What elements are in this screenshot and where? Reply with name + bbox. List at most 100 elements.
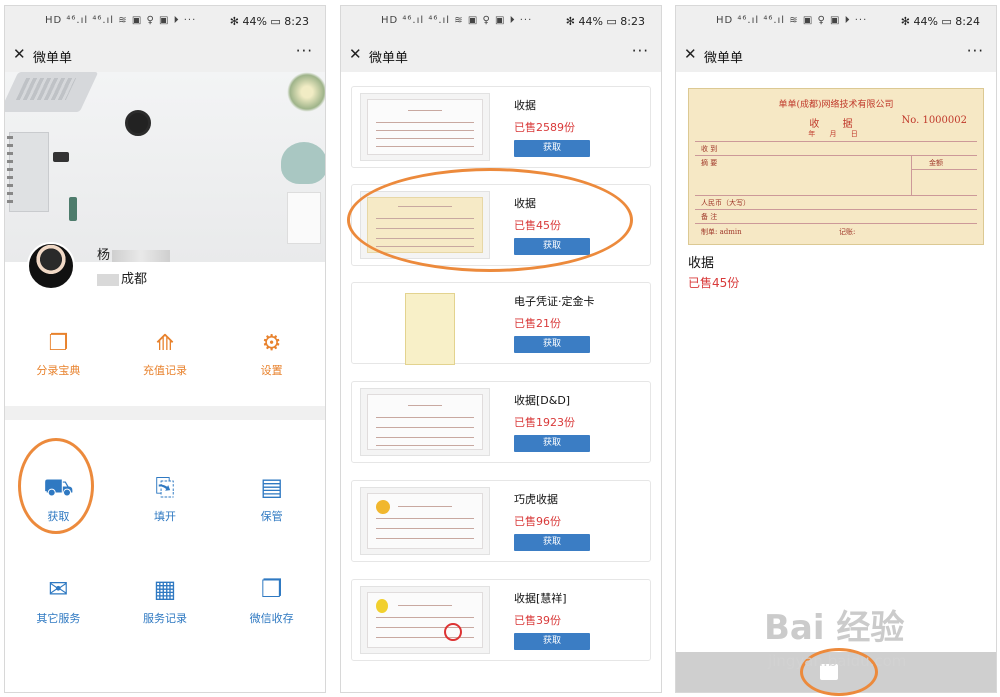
title-bar: ✕ 微单单 ··· xyxy=(341,38,661,72)
receipt-preview xyxy=(367,99,483,155)
service-row-2: ✉ 其它服务 ▦ 服务记录 ❐ 微信收存 xyxy=(5,574,325,626)
menu-item-fenlu[interactable]: ❐ 分录宝典 xyxy=(5,332,112,378)
status-bar: HD ⁴⁶.ıl ⁴⁶.ıl ≋ ▣ ♀ ▣ ⏵ ··· ✻ 44% ▭ 8:2… xyxy=(341,6,661,38)
product-sold-count: 已售2589份 xyxy=(514,121,575,134)
gear-icon: ⚙ xyxy=(261,331,282,356)
pen-illustration xyxy=(69,197,77,221)
copy-icon: ❐ xyxy=(260,575,283,603)
status-battery-time: ✻ 44% ▭ 8:24 xyxy=(900,15,980,28)
menu-item-get[interactable]: ⛟ 获取 xyxy=(5,472,112,524)
receipt-rmb: 人民币（大写） xyxy=(701,199,750,207)
product-sold-count: 已售1923份 xyxy=(514,416,575,429)
file-export-icon: ⎘ xyxy=(155,473,175,501)
notebook-rings xyxy=(7,136,13,206)
receipt-preview xyxy=(367,493,483,549)
phone-screen-product-list: HD ⁴⁶.ıl ⁴⁶.ıl ≋ ▣ ♀ ▣ ⏵ ··· ✻ 44% ▭ 8:2… xyxy=(340,5,662,693)
menu-label: 填开 xyxy=(154,510,176,523)
title-bar: ✕ 微单单 ··· xyxy=(5,38,325,72)
menu-label: 获取 xyxy=(47,510,70,523)
get-button[interactable]: 获取 xyxy=(514,534,590,551)
menu-item-keep[interactable]: ▤ 保管 xyxy=(218,472,325,524)
product-card[interactable]: 巧虎收据 已售96份 获取 xyxy=(351,480,651,562)
status-icons: HD ⁴⁶.ıl ⁴⁶.ıl ≋ ▣ ♀ ▣ ⏵ ··· xyxy=(381,15,533,26)
menu-label: 充值记录 xyxy=(143,364,187,377)
menu-item-records[interactable]: ▦ 服务记录 xyxy=(112,574,219,626)
menu-item-other[interactable]: ✉ 其它服务 xyxy=(5,574,112,626)
product-sold-count: 已售21份 xyxy=(514,317,561,330)
user-name: 杨 xyxy=(97,244,171,263)
product-title: 电子凭证·定金卡 xyxy=(514,295,595,308)
get-button[interactable]: 获取 xyxy=(514,238,590,255)
more-icon[interactable]: ··· xyxy=(967,42,984,60)
mail-open-icon: ✉ xyxy=(48,575,69,603)
phone-screen-product-detail: HD ⁴⁶.ıl ⁴⁶.ıl ≋ ▣ ♀ ▣ ⏵ ··· ✻ 44% ▭ 8:2… xyxy=(675,5,997,693)
hero-banner-image xyxy=(5,72,325,262)
product-title: 巧虎收据 xyxy=(514,493,558,506)
cart-icon: ⛟ xyxy=(43,473,74,501)
product-card[interactable]: 收据[慧祥] 已售39份 获取 xyxy=(351,579,651,661)
close-icon[interactable]: ✕ xyxy=(349,45,362,63)
product-thumbnail xyxy=(360,93,490,161)
watermark-brand: Bai 经验 xyxy=(764,608,905,648)
menu-label: 保管 xyxy=(260,510,283,523)
receipt-summary: 摘 要 xyxy=(701,159,718,167)
status-battery-time: ✻ 44% ▭ 8:23 xyxy=(229,15,309,28)
get-button[interactable]: 获取 xyxy=(514,336,590,353)
product-title: 收据[D&D] xyxy=(514,394,571,407)
status-icons: HD ⁴⁶.ıl ⁴⁶.ıl ≋ ▣ ♀ ▣ ⏵ ··· xyxy=(45,15,197,26)
more-icon[interactable]: ··· xyxy=(296,42,313,60)
title-bar: ✕ 微单单 ··· xyxy=(676,38,996,72)
product-title: 收据[慧祥] xyxy=(514,592,567,605)
coffee-cup-illustration xyxy=(125,110,151,136)
product-thumbnail xyxy=(360,487,490,555)
name-blur xyxy=(112,249,171,262)
receipt-preview-large: 单单(成都)网络技术有限公司 收 据 No. 1000002 年 月 日 收 到… xyxy=(688,88,984,245)
menu-label: 微信收存 xyxy=(249,612,294,625)
product-title: 收据 xyxy=(688,256,715,271)
white-box-illustration xyxy=(287,192,321,244)
close-icon[interactable]: ✕ xyxy=(13,45,26,63)
location-blur xyxy=(97,273,119,286)
product-card[interactable]: 收据 已售2589份 获取 xyxy=(351,86,651,168)
product-thumbnail xyxy=(360,289,490,365)
product-thumbnail xyxy=(360,586,490,654)
get-button[interactable]: 获取 xyxy=(514,140,590,157)
receipt-preview xyxy=(367,592,483,648)
status-battery-time: ✻ 44% ▭ 8:23 xyxy=(565,15,645,28)
menu-item-fill[interactable]: ⎘ 填开 xyxy=(112,472,219,524)
top-menu-row: ❐ 分录宝典 ⟰ 充值记录 ⚙ 设置 xyxy=(5,332,325,378)
status-bar: HD ⁴⁶.ıl ⁴⁶.ıl ≋ ▣ ♀ ▣ ⏵ ··· ✻ 44% ▭ 8:2… xyxy=(5,6,325,38)
receipt-preview xyxy=(367,197,483,253)
section-divider xyxy=(5,406,325,420)
avatar[interactable] xyxy=(27,242,75,290)
flowers-illustration xyxy=(287,72,325,112)
receipt-note: 备 注 xyxy=(701,213,718,221)
product-card[interactable]: 电子凭证·定金卡 已售21份 获取 xyxy=(351,282,651,365)
get-button[interactable]: 获取 xyxy=(514,435,590,452)
menu-label: 服务记录 xyxy=(143,612,187,625)
user-location: 成都 xyxy=(97,268,147,287)
menu-label: 其它服务 xyxy=(36,612,81,625)
product-card[interactable]: 收据 已售45份 获取 xyxy=(351,184,651,266)
product-sold-count: 已售39份 xyxy=(514,614,561,627)
more-icon[interactable]: ··· xyxy=(632,42,649,60)
receipt-amount-header: 金额 xyxy=(929,159,943,167)
menu-label: 分录宝典 xyxy=(36,364,81,377)
close-icon[interactable]: ✕ xyxy=(684,45,697,63)
product-title: 收据 xyxy=(514,197,536,210)
clipboard-list-icon: ▦ xyxy=(153,575,177,603)
keyboard-illustration xyxy=(15,78,77,100)
service-row-1: ⛟ 获取 ⎘ 填开 ▤ 保管 xyxy=(5,472,325,524)
menu-item-wechat[interactable]: ❐ 微信收存 xyxy=(218,574,325,626)
receipt-received: 收 到 xyxy=(701,145,718,153)
notebook-illustration xyxy=(9,132,49,212)
status-bar: HD ⁴⁶.ıl ⁴⁶.ıl ≋ ▣ ♀ ▣ ⏵ ··· ✻ 44% ▭ 8:2… xyxy=(676,6,996,38)
get-button[interactable]: 获取 xyxy=(514,633,590,650)
menu-item-recharge[interactable]: ⟰ 充值记录 xyxy=(112,332,219,378)
product-card[interactable]: 收据[D&D] 已售1923份 获取 xyxy=(351,381,651,463)
product-sold-count: 已售45份 xyxy=(688,276,740,290)
receipt-bookkeeper: 记账: xyxy=(839,228,856,236)
product-thumbnail xyxy=(360,191,490,259)
menu-item-settings[interactable]: ⚙ 设置 xyxy=(218,332,325,378)
archive-box-icon: ▤ xyxy=(260,473,284,501)
